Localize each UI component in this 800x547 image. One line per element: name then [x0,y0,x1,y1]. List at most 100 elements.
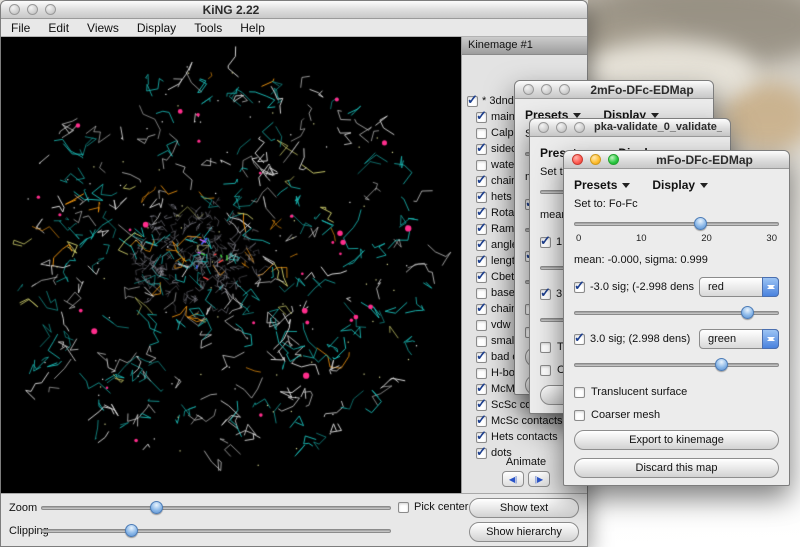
minimize-button[interactable] [590,154,601,165]
pos-sigma-label: 3.0 sig; (2.998 dens) [590,333,690,345]
edmap1-window: mFo-DFc-EDMap Presets Display Set to: Fo… [563,150,790,486]
pick-center-label: Pick center [414,501,468,513]
animate-next-button[interactable]: |▶ [528,471,550,487]
discard-button[interactable]: Discard this map [574,458,779,478]
group-checkbox[interactable] [476,112,487,123]
window-title: mFo-DFc-EDMap [628,153,781,167]
zoom-button[interactable] [608,154,619,165]
group-checkbox[interactable] [467,96,478,107]
neg-sigma-checkbox[interactable] [540,237,551,248]
king-window: KiNG 2.22 File Edit Views Display Tools … [0,0,588,547]
clipping-slider-thumb[interactable] [125,524,138,537]
animate-prev-button[interactable]: ◀| [502,471,524,487]
dropdown-value: red [708,281,724,293]
menu-views[interactable]: Views [87,21,119,35]
export-button[interactable]: Export to kinemage [574,430,779,450]
edmap2-titlebar[interactable]: 2mFo-DFc-EDMap [515,81,713,99]
group-checkbox[interactable] [476,192,487,203]
kinemage-panel-header[interactable]: Kinemage #1 [462,37,588,55]
screen: KiNG 2.22 File Edit Views Display Tools … [0,0,800,547]
zoom-button[interactable] [559,84,570,95]
slider-thumb[interactable] [715,358,728,371]
menu-file[interactable]: File [11,21,30,35]
tick-label: 30 [766,233,777,244]
translucent-label: Translucent surface [591,386,687,398]
presets-menu-label: Presets [574,178,617,192]
minimize-button[interactable] [541,84,552,95]
display-menu[interactable]: Display [652,178,708,192]
group-checkbox[interactable] [476,224,487,235]
pos-sigma-checkbox[interactable] [540,289,551,300]
group-checkbox[interactable] [476,352,487,363]
group-checkbox[interactable] [476,160,487,171]
group-checkbox[interactable] [476,400,487,411]
zoom-slider[interactable] [41,499,391,517]
coarser-row: Coarser mesh [574,408,779,422]
group-checkbox[interactable] [476,288,487,299]
display-menu-label: Display [652,178,695,192]
translucent-checkbox[interactable] [540,342,551,353]
set-to-label: Set to: Fo-Fc [574,198,779,211]
menu-help[interactable]: Help [240,21,265,35]
group-label: Hets contacts [491,431,558,443]
neg-sigma-label: -3.0 sig; (-2.998 dens) [590,281,694,293]
neg-sigma-slider[interactable] [574,304,779,322]
kinemage-title: Kinemage #1 [468,39,533,51]
zoom-slider-thumb[interactable] [150,501,163,514]
pos-sigma-slider[interactable] [574,356,779,374]
chevron-down-icon [622,183,630,192]
menu-tools[interactable]: Tools [194,21,222,35]
map-stats: mean: -0.000, sigma: 0.999 [574,254,779,267]
group-checkbox[interactable] [476,240,487,251]
close-button[interactable] [572,154,583,165]
clipping-slider[interactable] [41,522,391,540]
group-checkbox[interactable] [476,320,487,331]
level-slider[interactable] [574,215,779,233]
coarser-mesh-checkbox[interactable] [540,365,551,376]
slider-thumb[interactable] [741,306,754,319]
pick-center-checkbox[interactable] [398,502,409,513]
pka-titlebar[interactable]: pka-validate_0_validate_1_ma... [530,119,730,137]
edmap1-menus: Presets Display [574,175,779,195]
group-checkbox[interactable] [476,208,487,219]
group-checkbox[interactable] [476,256,487,267]
close-button[interactable] [538,122,549,133]
pos-sigma-checkbox[interactable] [574,334,585,345]
molecule-viewport[interactable] [1,37,461,493]
zoom-button[interactable] [574,122,585,133]
dropdown-value: green [708,333,736,345]
minimize-button[interactable] [556,122,567,133]
neg-color-dropdown[interactable]: red [699,277,779,297]
pos-color-dropdown[interactable]: green [699,329,779,349]
coarser-mesh-checkbox[interactable] [574,410,585,421]
molecule-canvas[interactable] [1,37,459,491]
show-hierarchy-button[interactable]: Show hierarchy [469,522,579,542]
slider-tick-labels: 0 10 20 30 [574,233,779,244]
menu-edit[interactable]: Edit [48,21,69,35]
group-checkbox[interactable] [476,384,487,395]
group-checkbox[interactable] [476,432,487,443]
group-checkbox[interactable] [476,416,487,427]
group-checkbox[interactable] [476,176,487,187]
menu-display[interactable]: Display [137,21,176,35]
group-checkbox[interactable] [476,144,487,155]
neg-sigma-row: -3.0 sig; (-2.998 dens) red [574,276,779,298]
show-text-button[interactable]: Show text [469,498,579,518]
edmap1-titlebar[interactable]: mFo-DFc-EDMap [564,151,789,169]
presets-menu[interactable]: Presets [574,178,630,192]
group-checkbox[interactable] [476,128,487,139]
group-checkbox[interactable] [476,304,487,315]
group-checkbox[interactable] [476,272,487,283]
slider-groove [574,363,779,367]
window-title: KiNG 2.22 [1,3,461,17]
translucent-checkbox[interactable] [574,387,585,398]
slider-thumb[interactable] [694,217,707,230]
dropdown-arrows-icon [762,277,779,297]
neg-sigma-checkbox[interactable] [574,282,585,293]
group-checkbox[interactable] [476,368,487,379]
group-label: hets [491,191,512,203]
slider-groove [41,506,391,510]
close-button[interactable] [523,84,534,95]
group-checkbox[interactable] [476,336,487,347]
king-titlebar[interactable]: KiNG 2.22 [1,1,587,19]
